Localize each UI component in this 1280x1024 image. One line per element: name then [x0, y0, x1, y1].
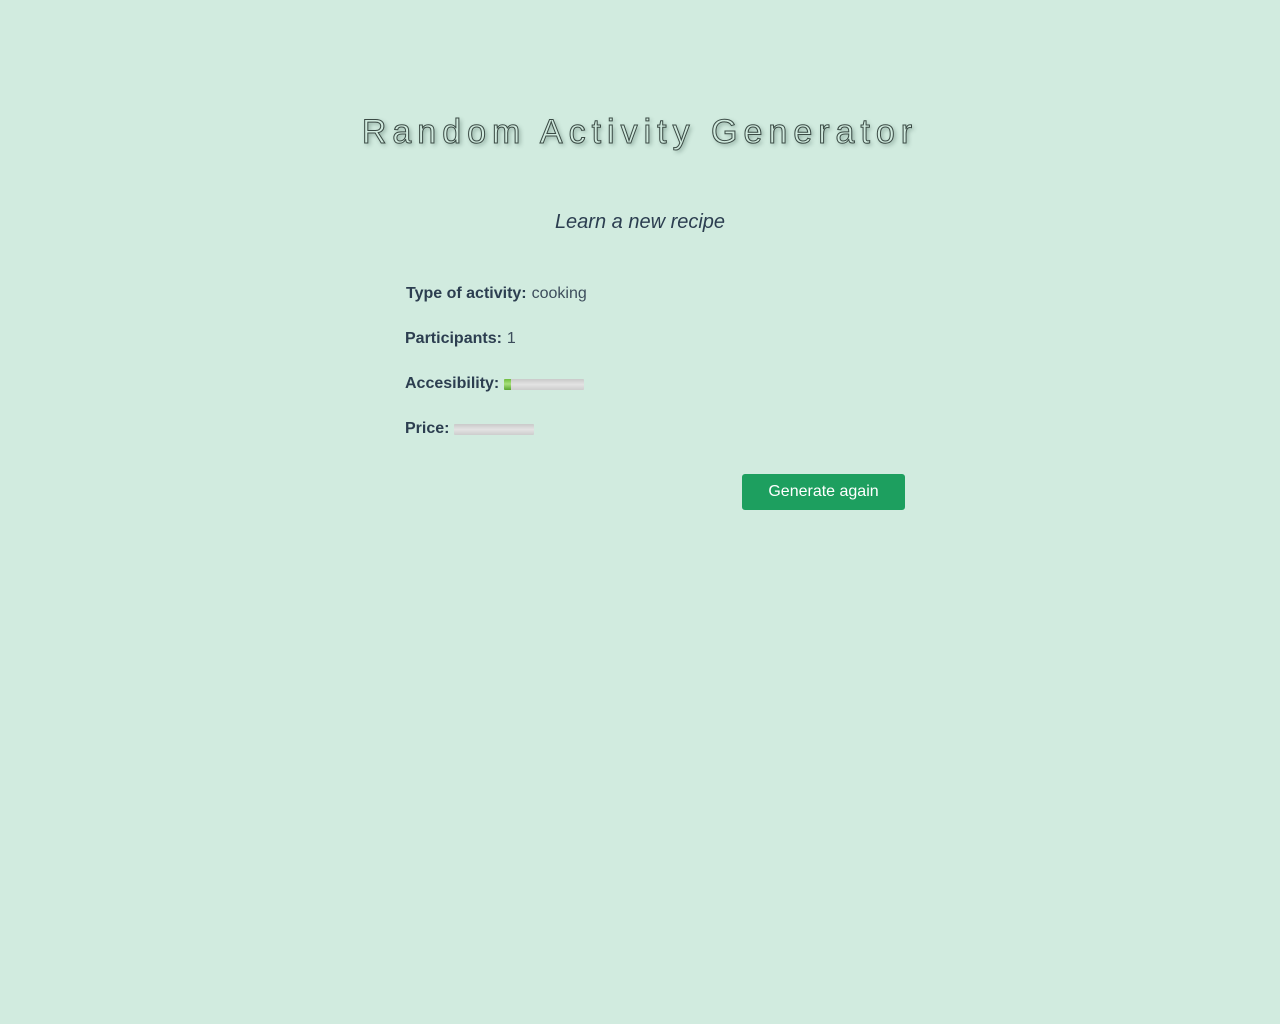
- accessibility-label: Accesibility:: [405, 375, 500, 392]
- type-label: Type of activity:: [406, 285, 527, 302]
- accessibility-row: Accesibility:: [405, 375, 905, 420]
- accessibility-meter: [504, 379, 585, 390]
- type-value: cooking: [531, 285, 587, 302]
- generate-again-button[interactable]: Generate again: [742, 474, 905, 510]
- activity-name: Learn a new recipe: [554, 211, 726, 233]
- price-row: Price:: [405, 420, 905, 465]
- participants-label: Participants:: [405, 330, 502, 347]
- accessibility-meter-fill: [504, 379, 511, 390]
- page-title: Random Activity Generator: [361, 113, 919, 152]
- participants-row: Participants: 1: [405, 330, 905, 375]
- price-label: Price:: [405, 420, 450, 437]
- activity-details: Type of activity: cooking Participants: …: [405, 285, 905, 465]
- type-row: Type of activity: cooking: [405, 285, 905, 330]
- participants-value: 1: [506, 330, 516, 347]
- price-meter: [454, 424, 535, 435]
